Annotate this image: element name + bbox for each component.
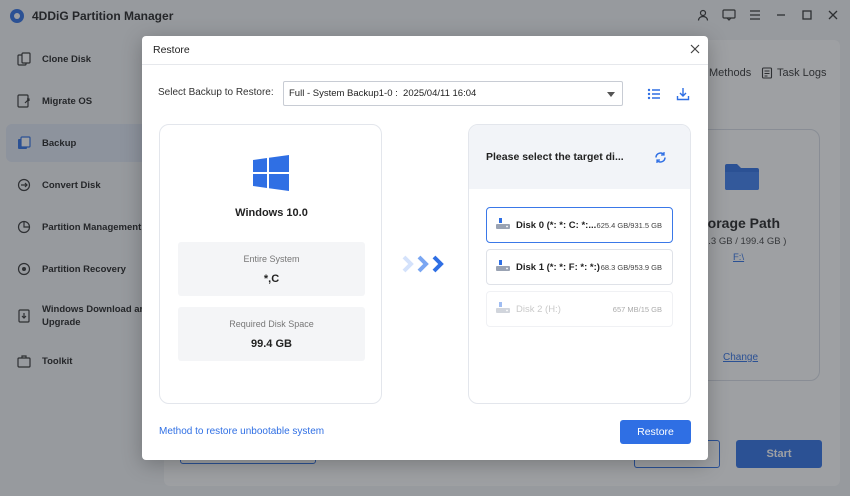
entire-system-label: Entire System [243, 254, 300, 264]
transfer-arrows-icon [402, 254, 450, 274]
disk-name: Disk 2 (H:) [516, 303, 561, 315]
disk-size: 68.3 GB/953.9 GB [600, 263, 662, 272]
refresh-icon[interactable] [652, 149, 668, 165]
disk-item-0[interactable]: Disk 0 (*: *: C: *:... 625.4 GB/931.5 GB [486, 207, 673, 243]
divider [142, 64, 708, 65]
os-name: Windows 10.0 [235, 207, 308, 219]
target-title: Please select the target di... [486, 151, 624, 163]
backup-select-value: Full - System Backup1-0 : 2025/04/11 16:… [289, 88, 477, 99]
dialog-title: Restore [153, 44, 190, 56]
close-icon[interactable] [688, 42, 702, 56]
disk-icon [495, 259, 513, 275]
disk-name: Disk 1 (*: *: F: *: *:) [516, 261, 600, 273]
restore-button[interactable]: Restore [620, 420, 691, 444]
required-space-value: 99.4 GB [251, 338, 292, 350]
entire-system-value: *,C [263, 273, 280, 285]
list-view-icon[interactable] [646, 86, 662, 102]
backup-select[interactable]: Full - System Backup1-0 : 2025/04/11 16:… [283, 81, 623, 106]
disk-item-2: Disk 2 (H:) 657 MB/15 GB [486, 291, 673, 327]
target-header: Please select the target di... [469, 125, 690, 189]
windows-logo-icon [253, 155, 289, 194]
entire-system-box: Entire System *,C [178, 242, 365, 296]
chevron-down-icon [607, 92, 615, 97]
disk-size: 657 MB/15 GB [612, 305, 662, 314]
required-space-box: Required Disk Space 99.4 GB [178, 307, 365, 361]
disk-icon [495, 301, 513, 317]
source-card: Windows 10.0 Entire System *,C Required … [159, 124, 382, 404]
disk-icon [495, 217, 513, 233]
disk-name: Disk 0 (*: *: C: *:... [516, 219, 597, 231]
restore-unbootable-link[interactable]: Method to restore unbootable system [159, 426, 324, 437]
select-backup-label: Select Backup to Restore: [158, 87, 274, 98]
disk-item-1[interactable]: Disk 1 (*: *: F: *: *:) 68.3 GB/953.9 GB [486, 249, 673, 285]
required-space-label: Required Disk Space [229, 319, 314, 329]
restore-dialog: Restore Select Backup to Restore: Full -… [142, 36, 708, 460]
import-icon[interactable] [675, 86, 691, 102]
disk-size: 625.4 GB/931.5 GB [596, 221, 662, 230]
target-card: Please select the target di... Disk 0 (*… [468, 124, 691, 404]
